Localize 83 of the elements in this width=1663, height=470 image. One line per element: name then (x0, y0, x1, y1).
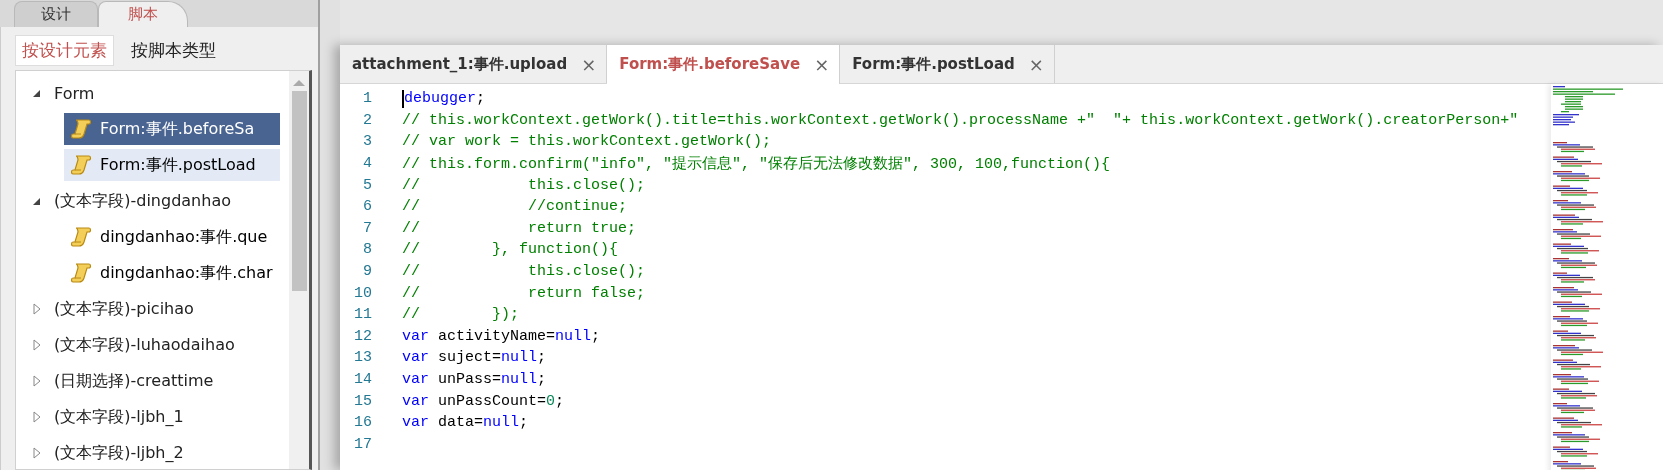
expand-arrow-icon[interactable] (32, 375, 42, 387)
line-number: 5 (362, 176, 372, 194)
tree-item[interactable]: (文本字段)-luhaodaihao (54, 334, 235, 356)
close-button[interactable]: × (814, 54, 830, 75)
line-number: 15 (353, 392, 372, 410)
expand-arrow-icon[interactable] (32, 447, 42, 459)
code-token: // this.workContext.getWork().title=this.workContext.getWork().processName +" "+ this.workContext.getWork().creatorPerson+" (402, 111, 1519, 129)
code-token: // }); (402, 306, 520, 324)
code-token: unPassCount= (437, 392, 547, 410)
line-number: 16 (353, 414, 372, 432)
code-token: var (402, 327, 429, 345)
tab[interactable]: 按脚本类型 (124, 35, 223, 66)
tab[interactable]: 按设计元素 (15, 35, 114, 66)
scroll-icon (70, 262, 92, 284)
line-number: 4 (362, 155, 372, 173)
code-token: var (402, 392, 429, 410)
tree-item[interactable]: (文本字段)-dingdanhao (54, 190, 231, 212)
code-token: debugger (404, 89, 476, 108)
code-token: var (402, 371, 429, 388)
code-token: null (501, 371, 538, 388)
line-number: 17 (353, 435, 372, 453)
line-number: 1 (362, 90, 372, 108)
editor-tab[interactable]: Form:事件.postLoad × (840, 45, 1055, 83)
close-button[interactable]: × (1028, 53, 1044, 75)
close-button[interactable]: × (581, 53, 597, 75)
code-token: // this.close(); (402, 176, 646, 194)
scroll-icon (70, 226, 92, 248)
expand-arrow-icon[interactable] (32, 303, 42, 315)
script-tree-item[interactable]: dingdanhao:事件.char (64, 257, 280, 289)
tree-item[interactable]: (日期选择)-creattime (54, 370, 214, 392)
tree-item[interactable]: Form (54, 83, 95, 103)
code-token: // }, function(){ (402, 241, 619, 259)
tab[interactable]: 设计 (14, 1, 98, 27)
line-number: 12 (353, 327, 372, 345)
expand-arrow-icon[interactable] (32, 411, 42, 423)
text-cursor (402, 89, 404, 108)
line-number: 2 (362, 111, 372, 129)
code-minimap-drawing[interactable] (1551, 84, 1663, 470)
tree-item[interactable]: (文本字段)-picihao (54, 298, 194, 320)
code-token: activityName= (437, 327, 556, 345)
line-number: 7 (362, 219, 372, 237)
code-token: data= (437, 414, 484, 432)
splitter-bar[interactable] (318, 0, 340, 470)
tree-item[interactable]: (文本字段)-ljbh_1 (54, 406, 184, 428)
tab[interactable]: 脚本 (98, 1, 188, 27)
line-number: 13 (353, 349, 372, 367)
code-token: var (402, 414, 429, 432)
code-token: null (501, 349, 538, 367)
scroll-up-icon[interactable] (292, 79, 306, 87)
scroll-icon (70, 154, 92, 176)
line-number: 6 (362, 198, 372, 216)
code-token: ; (537, 371, 547, 388)
code-token: // return true; (402, 219, 637, 237)
script-tree-item[interactable]: Form:事件.postLoad (64, 149, 280, 181)
line-number: 9 (362, 263, 372, 281)
tree-item[interactable]: (文本字段)-ljbh_2 (54, 442, 184, 464)
code-token: null (555, 327, 592, 345)
code-token: ; (476, 89, 486, 108)
code-token: ; (591, 327, 601, 345)
editor-tab[interactable]: Form:事件.beforeSave × (607, 45, 841, 84)
scroll-icon (70, 118, 92, 140)
scrollbar-thumb[interactable] (291, 91, 307, 291)
line-number: 8 (362, 241, 372, 259)
line-number: 3 (362, 133, 372, 151)
expand-arrow-icon[interactable] (32, 339, 42, 351)
line-number: 14 (353, 371, 372, 388)
code-token: // //continue; (402, 198, 628, 216)
code-token: unPass= (437, 371, 502, 388)
script-tree-item[interactable]: dingdanhao:事件.que (64, 221, 280, 253)
line-number: 10 (353, 284, 372, 302)
script-tree-item[interactable]: Form:事件.beforeSa (64, 113, 280, 145)
code-token: // this.form.confirm("info", "提示信息", "保存后无法修改数据", 300, 100,function(){ (402, 154, 1111, 174)
code-token: ; (519, 414, 529, 432)
code-token: // this.close(); (402, 263, 646, 281)
code-token: 0 (546, 392, 556, 410)
line-number: 11 (353, 306, 372, 324)
code-token: var (402, 349, 429, 367)
code-token: suject= (437, 349, 502, 367)
code-token: // var work = this.workContext.getWork(); (402, 133, 772, 151)
code-token: ; (555, 392, 565, 410)
code-token: null (483, 414, 520, 432)
code-token: ; (537, 349, 547, 367)
code-token: // return false; (402, 284, 646, 302)
